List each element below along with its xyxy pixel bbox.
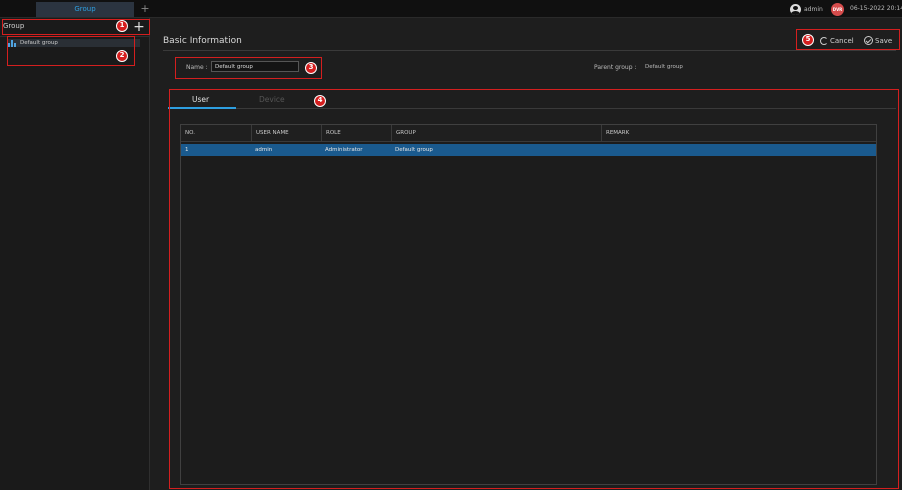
annotation-number-1: 1 bbox=[116, 20, 128, 32]
annotation-box-2 bbox=[7, 36, 135, 66]
user-name: admin bbox=[804, 5, 823, 13]
parent-group-label: Parent group : bbox=[594, 64, 637, 71]
annotation-box-3 bbox=[175, 57, 322, 79]
page-title: Basic Information bbox=[163, 36, 242, 46]
annotation-number-3: 3 bbox=[305, 62, 317, 74]
annotation-number-5: 5 bbox=[802, 34, 814, 46]
user-menu[interactable]: admin bbox=[790, 3, 823, 15]
annotation-box-4 bbox=[169, 89, 899, 489]
annotation-number-2: 2 bbox=[116, 50, 128, 62]
top-bar: Group + admin DVR 06-15-2022 20:14:5 bbox=[0, 0, 902, 18]
add-tab-button[interactable]: + bbox=[138, 2, 152, 16]
annotation-number-4: 4 bbox=[314, 95, 326, 107]
datetime: 06-15-2022 20:14:5 bbox=[850, 5, 902, 12]
parent-group-value: Default group bbox=[645, 64, 683, 70]
user-icon bbox=[790, 3, 801, 15]
sidebar: Group + Default group bbox=[0, 18, 150, 490]
tab-group[interactable]: Group bbox=[36, 2, 134, 17]
brand-logo-icon: DVR bbox=[831, 3, 844, 16]
divider bbox=[163, 50, 896, 51]
